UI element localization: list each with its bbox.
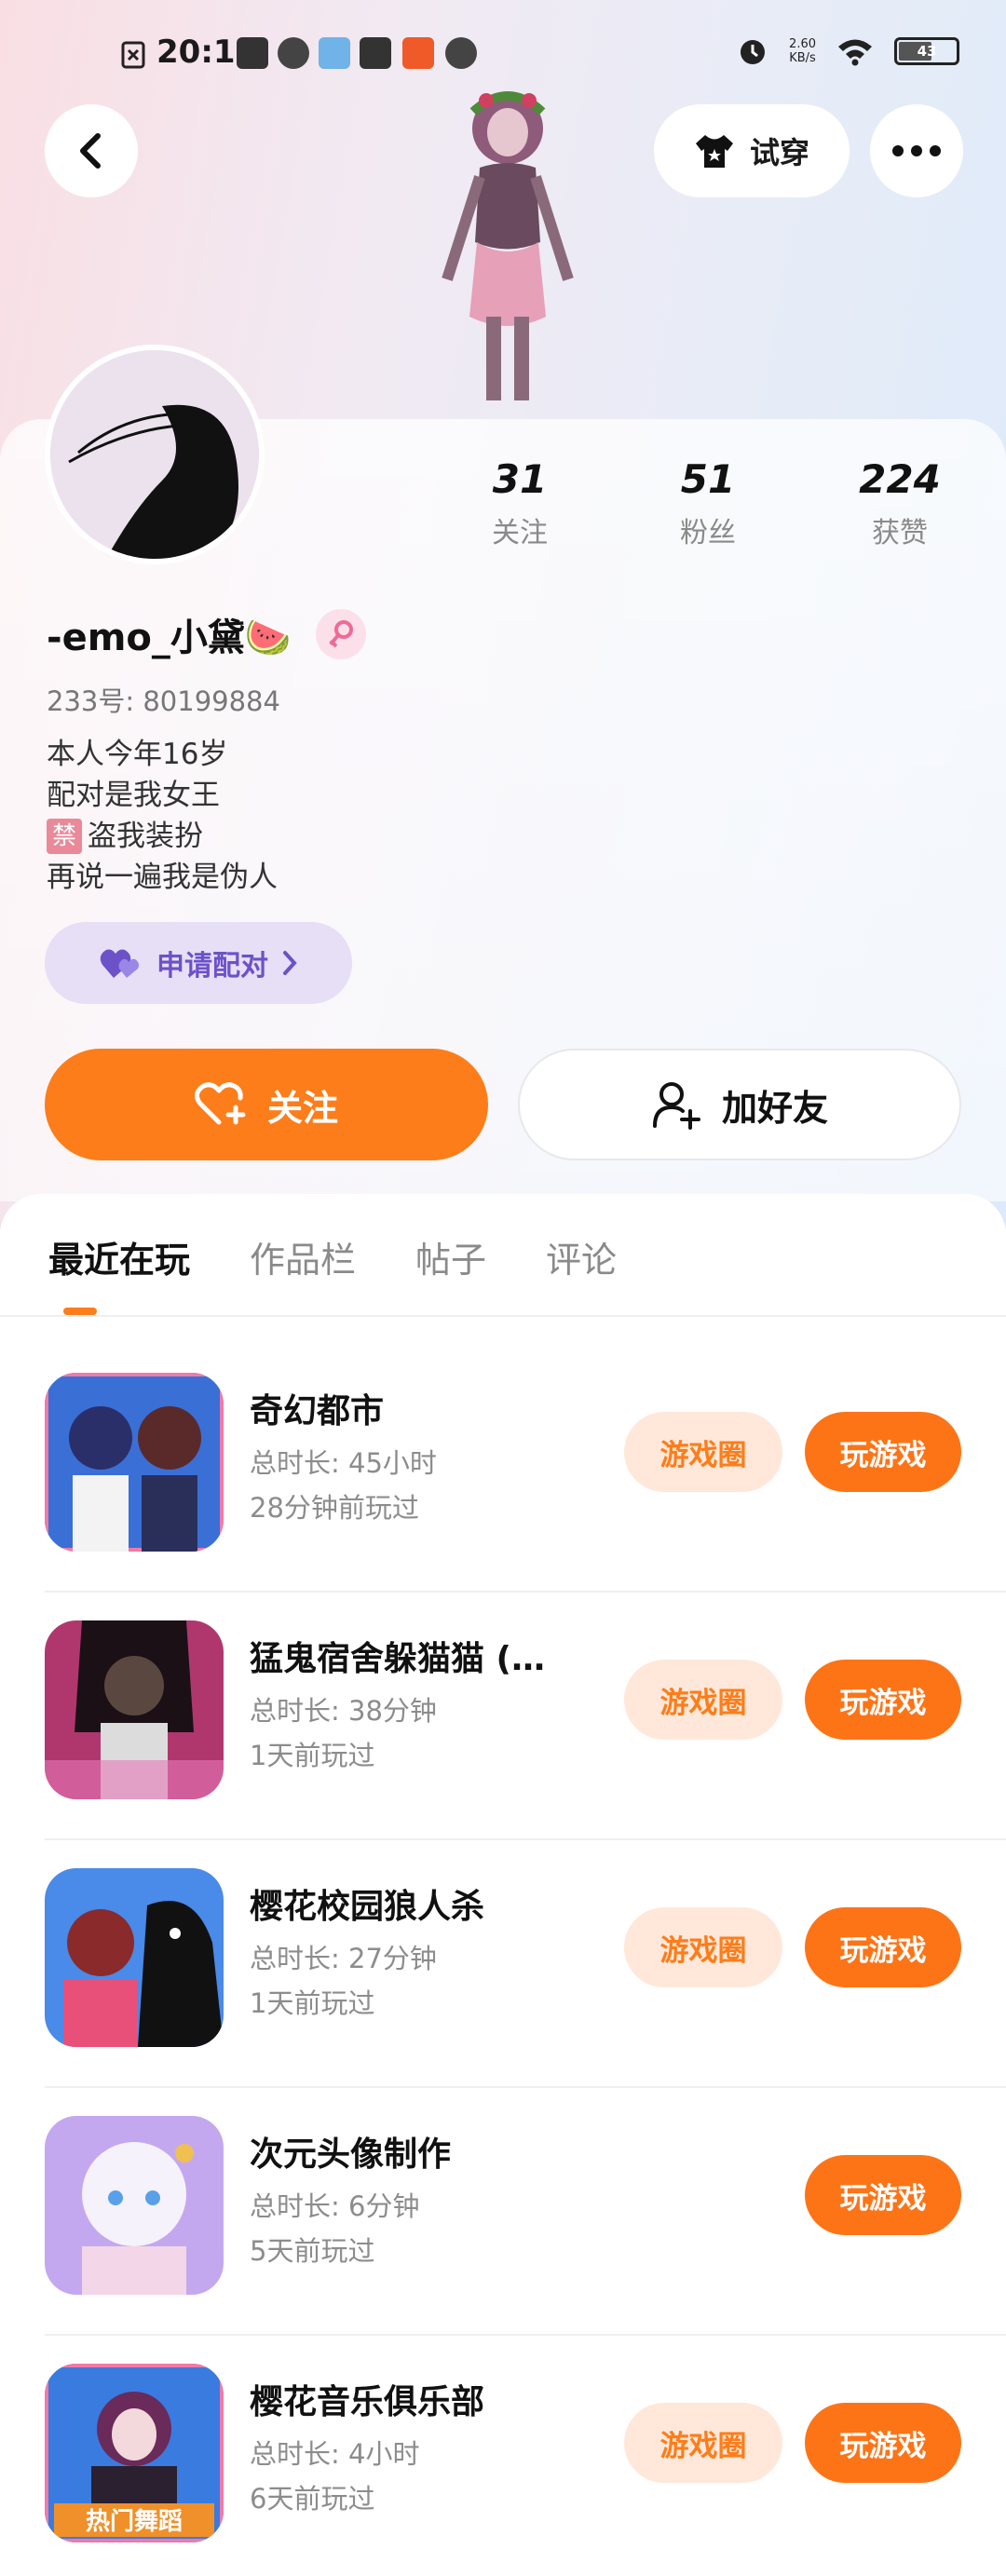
tab-comments[interactable]: 评论 (546, 1231, 617, 1282)
sim-icon (121, 41, 145, 69)
more-button[interactable] (870, 104, 963, 197)
active-tab-indicator (63, 1308, 97, 1315)
tab-recently-played[interactable]: 最近在玩 (48, 1231, 190, 1282)
try-on-label: 试穿 (749, 135, 809, 170)
bio-line: 配对是我女王 (47, 779, 220, 812)
battery-indicator: 43 (894, 37, 959, 65)
game-row[interactable]: 樱花校园狼人杀 总时长: 27分钟 1天前玩过 游戏圈 玩游戏 (0, 1840, 1006, 2088)
game-last-played: 1天前玩过 (250, 1987, 375, 2019)
stat-followers[interactable]: 51 粉丝 (633, 456, 782, 550)
game-title: 樱花音乐俱乐部 (250, 2383, 485, 2421)
back-arrow-icon (80, 133, 101, 169)
play-game-button[interactable]: 玩游戏 (805, 1907, 961, 1987)
nickname: -emo_小黛🍉 (47, 617, 292, 659)
game-last-played: 5天前玩过 (250, 2235, 375, 2267)
stat-likes[interactable]: 224 获赞 (825, 456, 974, 550)
game-last-played: 1天前玩过 (250, 1740, 375, 1771)
play-game-button[interactable]: 玩游戏 (805, 1660, 961, 1740)
user-id: 233号: 80199884 (47, 685, 280, 717)
try-on-button[interactable]: 试穿 (654, 104, 850, 197)
game-row[interactable]: 热门舞蹈 樱花音乐俱乐部 总时长: 4小时 6天前玩过 游戏圈 玩游戏 (0, 2336, 1006, 2576)
app-notification-icon (237, 37, 268, 69)
game-cover-image (45, 1868, 224, 2047)
tab-works[interactable]: 作品栏 (250, 1231, 356, 1282)
play-game-button[interactable]: 玩游戏 (805, 2403, 961, 2483)
back-button[interactable] (45, 104, 138, 197)
wifi-icon (838, 39, 872, 66)
game-last-played: 28分钟前玩过 (250, 1492, 419, 1524)
add-friend-button[interactable]: 加好友 (518, 1049, 961, 1160)
play-game-button[interactable]: 玩游戏 (805, 1412, 961, 1492)
book-notification-icon (360, 37, 391, 69)
game-cover-image (45, 1373, 224, 1552)
more-dots-icon (892, 145, 941, 156)
game-cover-image (45, 1620, 224, 1799)
avatar[interactable] (45, 345, 265, 564)
game-duration: 总时长: 45小时 (250, 1447, 437, 1479)
game-row[interactable]: 猛鬼宿舍躲猫猫 (… 总时长: 38分钟 1天前玩过 游戏圈 玩游戏 (0, 1593, 1006, 1840)
chevron-right-icon (283, 951, 297, 975)
follow-button[interactable]: 关注 (45, 1049, 488, 1160)
add-friend-label: 加好友 (721, 1087, 828, 1129)
game-thumbnail[interactable] (45, 2116, 224, 2295)
game-circle-button[interactable]: 游戏圈 (624, 1660, 782, 1740)
bio: 本人今年16岁 配对是我女王 禁 盗我装扮 再说一遍我是伪人 (47, 734, 278, 898)
game-title: 樱花校园狼人杀 (250, 1888, 485, 1926)
tshirt-icon (695, 135, 733, 168)
play-game-button[interactable]: 玩游戏 (805, 2155, 961, 2235)
game-thumbnail[interactable] (45, 1373, 224, 1552)
follow-label: 关注 (266, 1087, 338, 1129)
thumb-badge-text: 热门舞蹈 (86, 2508, 183, 2536)
tab-posts[interactable]: 帖子 (415, 1231, 486, 1282)
alarm-icon (741, 40, 766, 64)
tab-bar: 最近在玩 作品栏 帖子 评论 (48, 1231, 617, 1282)
nickname-row: -emo_小黛🍉 (47, 607, 366, 661)
divider (0, 1315, 1006, 1317)
game-thumbnail[interactable]: 热门舞蹈 (45, 2364, 224, 2542)
avatar-image (50, 350, 259, 559)
add-friend-icon (652, 1082, 700, 1130)
game-title: 猛鬼宿舍躲猫猫 (… (250, 1640, 545, 1678)
game-circle-button[interactable]: 游戏圈 (624, 2403, 782, 2483)
heart-plus-icon (194, 1082, 246, 1125)
game-duration: 总时长: 38分钟 (250, 1695, 437, 1727)
bio-line: 禁 盗我装扮 (47, 816, 278, 857)
app-notification-icon-2 (445, 37, 477, 69)
shop-notification-icon (402, 37, 434, 69)
game-circle-button[interactable]: 游戏圈 (624, 1907, 782, 1987)
game-circle-button[interactable]: 游戏圈 (624, 1412, 782, 1492)
stat-following[interactable]: 31 关注 (445, 456, 594, 550)
ban-tag: 禁 (47, 819, 82, 854)
game-duration: 总时长: 27分钟 (250, 1943, 437, 1974)
net-speed: 2.60 KB/s (789, 37, 816, 65)
double-heart-icon (100, 949, 139, 978)
game-title: 奇幻都市 (250, 1392, 385, 1430)
game-row[interactable]: 奇幻都市 总时长: 45小时 28分钟前玩过 游戏圈 玩游戏 (0, 1345, 1006, 1593)
game-title: 次元头像制作 (250, 2135, 452, 2174)
game-cover-image: 热门舞蹈 (45, 2364, 224, 2542)
game-cover-image (45, 2116, 224, 2295)
content-panel: 最近在玩 作品栏 帖子 评论 奇幻都市 总时长: 45小时 28分钟前玩过 游戏… (0, 1194, 1006, 2576)
avatar-3d-figure[interactable] (401, 84, 615, 419)
female-gender-icon (315, 609, 366, 659)
game-thumbnail[interactable] (45, 1868, 224, 2047)
bio-line: 再说一遍我是伪人 (47, 861, 278, 894)
request-pair-button[interactable]: 申请配对 (45, 922, 352, 1004)
game-last-played: 6天前玩过 (250, 2483, 375, 2515)
bio-line: 本人今年16岁 (47, 738, 228, 771)
game-duration: 总时长: 4小时 (250, 2438, 420, 2470)
game-duration: 总时长: 6分钟 (250, 2190, 420, 2222)
game-thumbnail[interactable] (45, 1620, 224, 1799)
game-row[interactable]: 次元头像制作 总时长: 6分钟 5天前玩过 玩游戏 (0, 2088, 1006, 2336)
request-pair-label: 申请配对 (156, 950, 268, 983)
play-notification-icon (278, 37, 309, 69)
game-notification-icon (319, 37, 350, 69)
